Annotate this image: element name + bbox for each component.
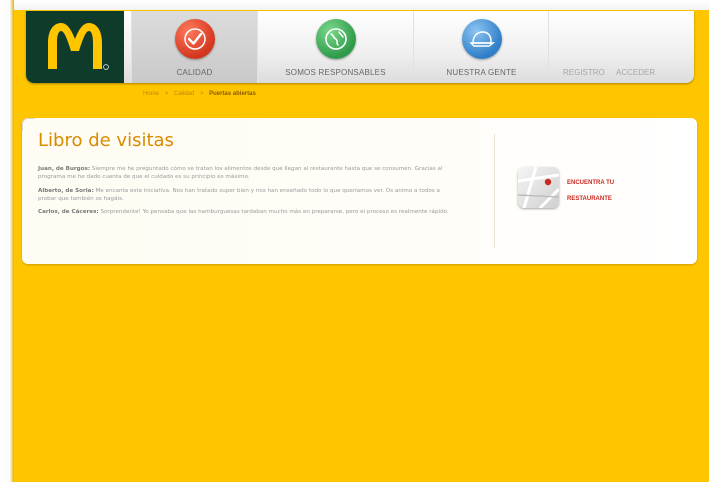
nav-divider [548,11,549,83]
login-link[interactable]: ACCEDER [616,68,655,77]
breadcrumb: Home > Calidad > Puertas abiertas [143,91,256,97]
register-link[interactable]: REGISTRO [563,68,605,77]
finder-line-1: ENCUENTRA TU [567,180,615,186]
nav-item-label: NUESTRA GENTE [446,68,517,77]
guestbook-entry: Juan, de Burgos: Siempre me he preguntad… [38,165,450,181]
nav-item-nuestra-gente[interactable]: NUESTRA GENTE [413,11,549,83]
column-divider [494,134,495,248]
map-pin-icon[interactable] [518,167,559,208]
guestbook-entry: Carlos, de Cáceres: Sorprendente! Yo pen… [38,208,450,216]
page-title: Libro de visitas [38,130,174,151]
breadcrumb-calidad[interactable]: Calidad [174,91,194,97]
entry-text: Me encanta esta iniciativa. Nos han trat… [38,187,440,202]
golden-arches-icon [48,23,109,70]
page-frame-top [0,0,709,10]
checkmark-icon [174,19,215,59]
entry-text: Siempre me he preguntado cómo se tratan … [38,166,443,180]
nav-item-calidad[interactable]: CALIDAD [131,11,257,83]
breadcrumb-current: Puertas abiertas [209,91,256,97]
globe-icon [315,19,356,59]
nav-item-label: CALIDAD [176,68,213,77]
page-frame-left [0,0,14,482]
entry-author: Juan, de Burgos: [38,166,91,172]
entry-author: Alberto, de Soria: [38,187,94,194]
restaurant-finder-link[interactable]: ENCUENTRA TU RESTAURANTE [567,175,647,207]
breadcrumb-home[interactable]: Home [143,91,159,97]
entry-author: Carlos, de Cáceres: [38,209,99,216]
mcdonalds-logo[interactable] [26,11,124,83]
entry-text: Sorprendente! Yo pensaba que las hamburg… [100,209,449,216]
panel-corner [22,118,35,131]
guestbook-entries: Juan, de Burgos: Siempre me he preguntad… [38,165,450,220]
nav-item-somos-responsables[interactable]: SOMOS RESPONSABLES [257,11,413,83]
cap-icon [461,19,502,59]
finder-line-2: RESTAURANTE [567,196,612,202]
guestbook-entry: Alberto, de Soria: Me encanta esta inici… [38,187,450,203]
breadcrumb-separator: > [199,91,204,97]
breadcrumb-separator: > [164,91,169,97]
top-navigation: CALIDAD SOMOS RESPONSABLES NUESTRA GENTE… [26,11,694,83]
guestbook-panel: Libro de visitas Juan, de Burgos: Siempr… [22,118,697,264]
nav-item-label: SOMOS RESPONSABLES [285,68,386,77]
